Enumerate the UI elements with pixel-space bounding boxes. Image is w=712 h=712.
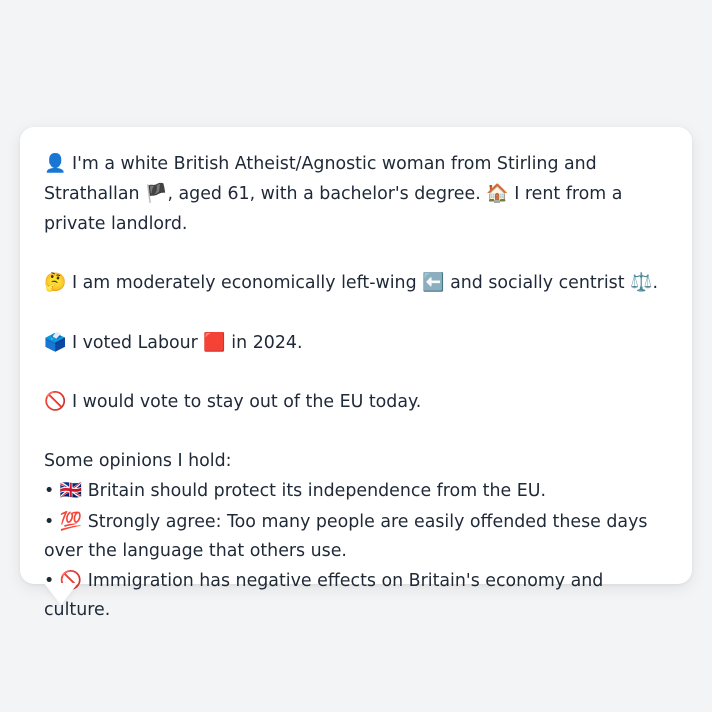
balance-scale-icon: ⚖️ [630, 272, 653, 294]
list-item: • 💯 Strongly agree: Too many people are … [44, 507, 668, 567]
hundred-points-icon: 💯 [59, 510, 83, 532]
scotland-flag-icon: 🏴 [145, 183, 168, 205]
identity-text-2: , aged 61, with a bachelor's degree. [167, 184, 487, 205]
politics-text-3: . [652, 273, 659, 294]
house-icon: 🏠 [486, 183, 509, 205]
eu-paragraph: 🚫 I would vote to stay out of the EU tod… [44, 387, 668, 417]
left-arrow-icon: ⬅️ [422, 272, 445, 294]
identity-paragraph: 👤 I'm a white British Atheist/Agnostic w… [44, 149, 668, 239]
eu-text: I would vote to stay out of the EU today… [66, 392, 422, 413]
ballot-box-icon: 🗳️ [44, 331, 67, 353]
person-icon: 👤 [44, 153, 67, 174]
bubble-tail [44, 583, 78, 605]
uk-flag-icon: 🇬🇧 [59, 480, 83, 502]
page: 👤 I'm a white British Atheist/Agnostic w… [0, 0, 712, 712]
opinions-list: • 🇬🇧 Britain should protect its independ… [44, 476, 668, 625]
opinion-text: Britain should protect its independence … [82, 481, 546, 502]
list-item: • 🇬🇧 Britain should protect its independ… [44, 476, 668, 506]
politics-text-2: and socially centrist [444, 273, 631, 294]
opinions-heading: Some opinions I hold: [44, 450, 232, 471]
list-item: • 🚫 Immigration has negative effects on … [44, 566, 668, 626]
bullet: • [44, 511, 60, 532]
vote-text-1: I voted Labour [66, 332, 204, 353]
opinion-text: Strongly agree: Too many people are easi… [44, 511, 648, 561]
politics-paragraph: 🤔 I am moderately economically left-wing… [44, 268, 668, 298]
prohibited-icon: 🚫 [44, 391, 67, 413]
thinking-face-icon: 🤔 [44, 272, 67, 294]
vote-paragraph: 🗳️ I voted Labour 🟥 in 2024. [44, 328, 668, 358]
profile-speech-bubble: 👤 I'm a white British Atheist/Agnostic w… [20, 127, 692, 620]
politics-text-1: I am moderately economically left-wing [66, 273, 423, 294]
bullet: • [44, 481, 60, 502]
opinion-text: Immigration has negative effects on Brit… [44, 571, 604, 621]
vote-text-2: in 2024. [225, 332, 303, 353]
red-square-icon: 🟥 [203, 331, 226, 353]
